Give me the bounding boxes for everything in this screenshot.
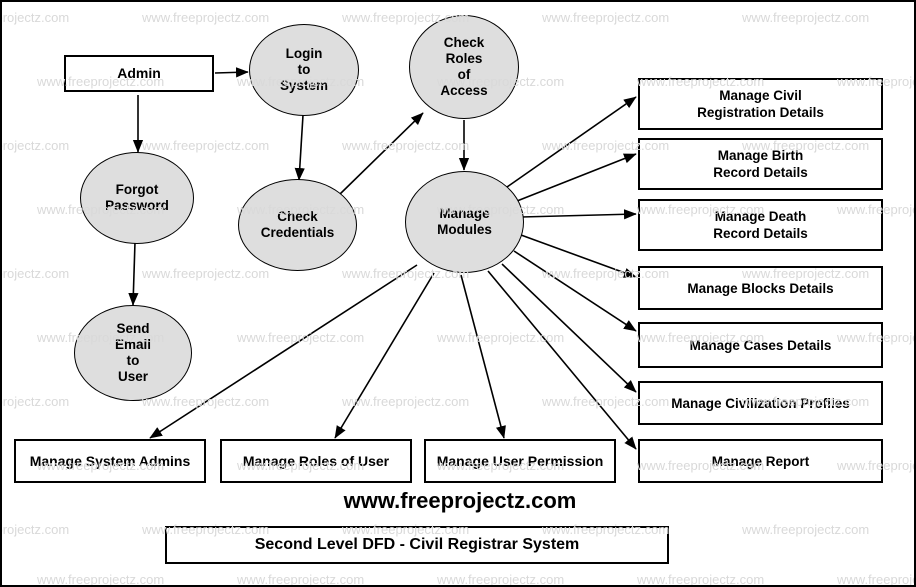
module-manage-user-permission-label: Manage User Permission (436, 452, 604, 469)
process-manage-modules-label: Manage Modules (437, 206, 492, 237)
module-manage-user-permission: Manage User Permission (424, 439, 616, 483)
connector-modules-blocks (520, 234, 637, 278)
connector-modules-civilreg (506, 96, 637, 188)
process-forgot-password: Forgot Password (80, 152, 194, 244)
connector-modules-userpermission (460, 274, 506, 439)
process-check-roles-of-access: Check Roles of Access (409, 15, 519, 119)
module-manage-death-record-details: Manage Death Record Details (638, 199, 883, 251)
entity-admin-label: Admin (117, 65, 161, 81)
module-manage-report-label: Manage Report (711, 453, 810, 469)
process-forgot-password-label: Forgot Password (105, 182, 169, 213)
connector-modules-death (520, 209, 637, 220)
process-send-email-to-user-label: Send Email to User (114, 321, 152, 384)
diagram-title: Second Level DFD - Civil Registrar Syste… (254, 536, 580, 553)
module-manage-report: Manage Report (638, 439, 883, 483)
connector-modules-report (487, 270, 637, 450)
module-manage-birth-record-details: Manage Birth Record Details (638, 138, 883, 190)
module-manage-system-admins: Manage System Admins (14, 439, 206, 483)
module-manage-birth-record-details-label: Manage Birth Record Details (713, 148, 808, 180)
connector-admin-login (214, 67, 249, 78)
process-check-credentials-label: Check Credentials (260, 209, 335, 240)
diagram-title-box: Second Level DFD - Civil Registrar Syste… (165, 526, 669, 564)
module-manage-roles-of-user-label: Manage Roles of User (242, 452, 390, 469)
module-manage-roles-of-user: Manage Roles of User (220, 439, 412, 483)
connector-modules-birth (516, 153, 637, 202)
connector-modules-cases (513, 250, 637, 332)
entity-admin: Admin (64, 55, 214, 92)
module-manage-cases-details-label: Manage Cases Details (689, 337, 832, 353)
dfd-diagram-canvas: www.freeprojectz.comwww.freeprojectz.com… (0, 0, 916, 587)
module-manage-blocks-details-label: Manage Blocks Details (687, 280, 834, 296)
module-manage-death-record-details-label: Manage Death Record Details (713, 209, 808, 241)
connector-checkcred-checkroles (338, 112, 424, 196)
connector-forgot-sendemail (128, 241, 139, 306)
process-send-email-to-user: Send Email to User (74, 305, 192, 401)
module-manage-cases-details: Manage Cases Details (638, 322, 883, 368)
connector-modules-civilization (501, 263, 637, 393)
connector-login-checkcred (294, 114, 305, 181)
module-manage-civil-registration-details: Manage Civil Registration Details (638, 78, 883, 130)
module-manage-civilization-profiles: Manage Civilization Profiles (638, 381, 883, 425)
connector-modules-rolesuser (334, 272, 435, 439)
module-manage-civil-registration-details-label: Manage Civil Registration Details (697, 88, 824, 120)
process-check-credentials: Check Credentials (238, 179, 357, 271)
process-login-to-system: Login to System (249, 24, 359, 116)
module-manage-civilization-profiles-label: Manage Civilization Profiles (671, 395, 850, 411)
process-check-roles-of-access-label: Check Roles of Access (440, 35, 488, 98)
module-manage-system-admins-label: Manage System Admins (29, 452, 191, 469)
process-manage-modules: Manage Modules (405, 171, 524, 273)
module-manage-blocks-details: Manage Blocks Details (638, 266, 883, 310)
site-label: www.freeprojectz.com (343, 488, 577, 513)
process-login-to-system-label: Login to System (279, 46, 329, 93)
